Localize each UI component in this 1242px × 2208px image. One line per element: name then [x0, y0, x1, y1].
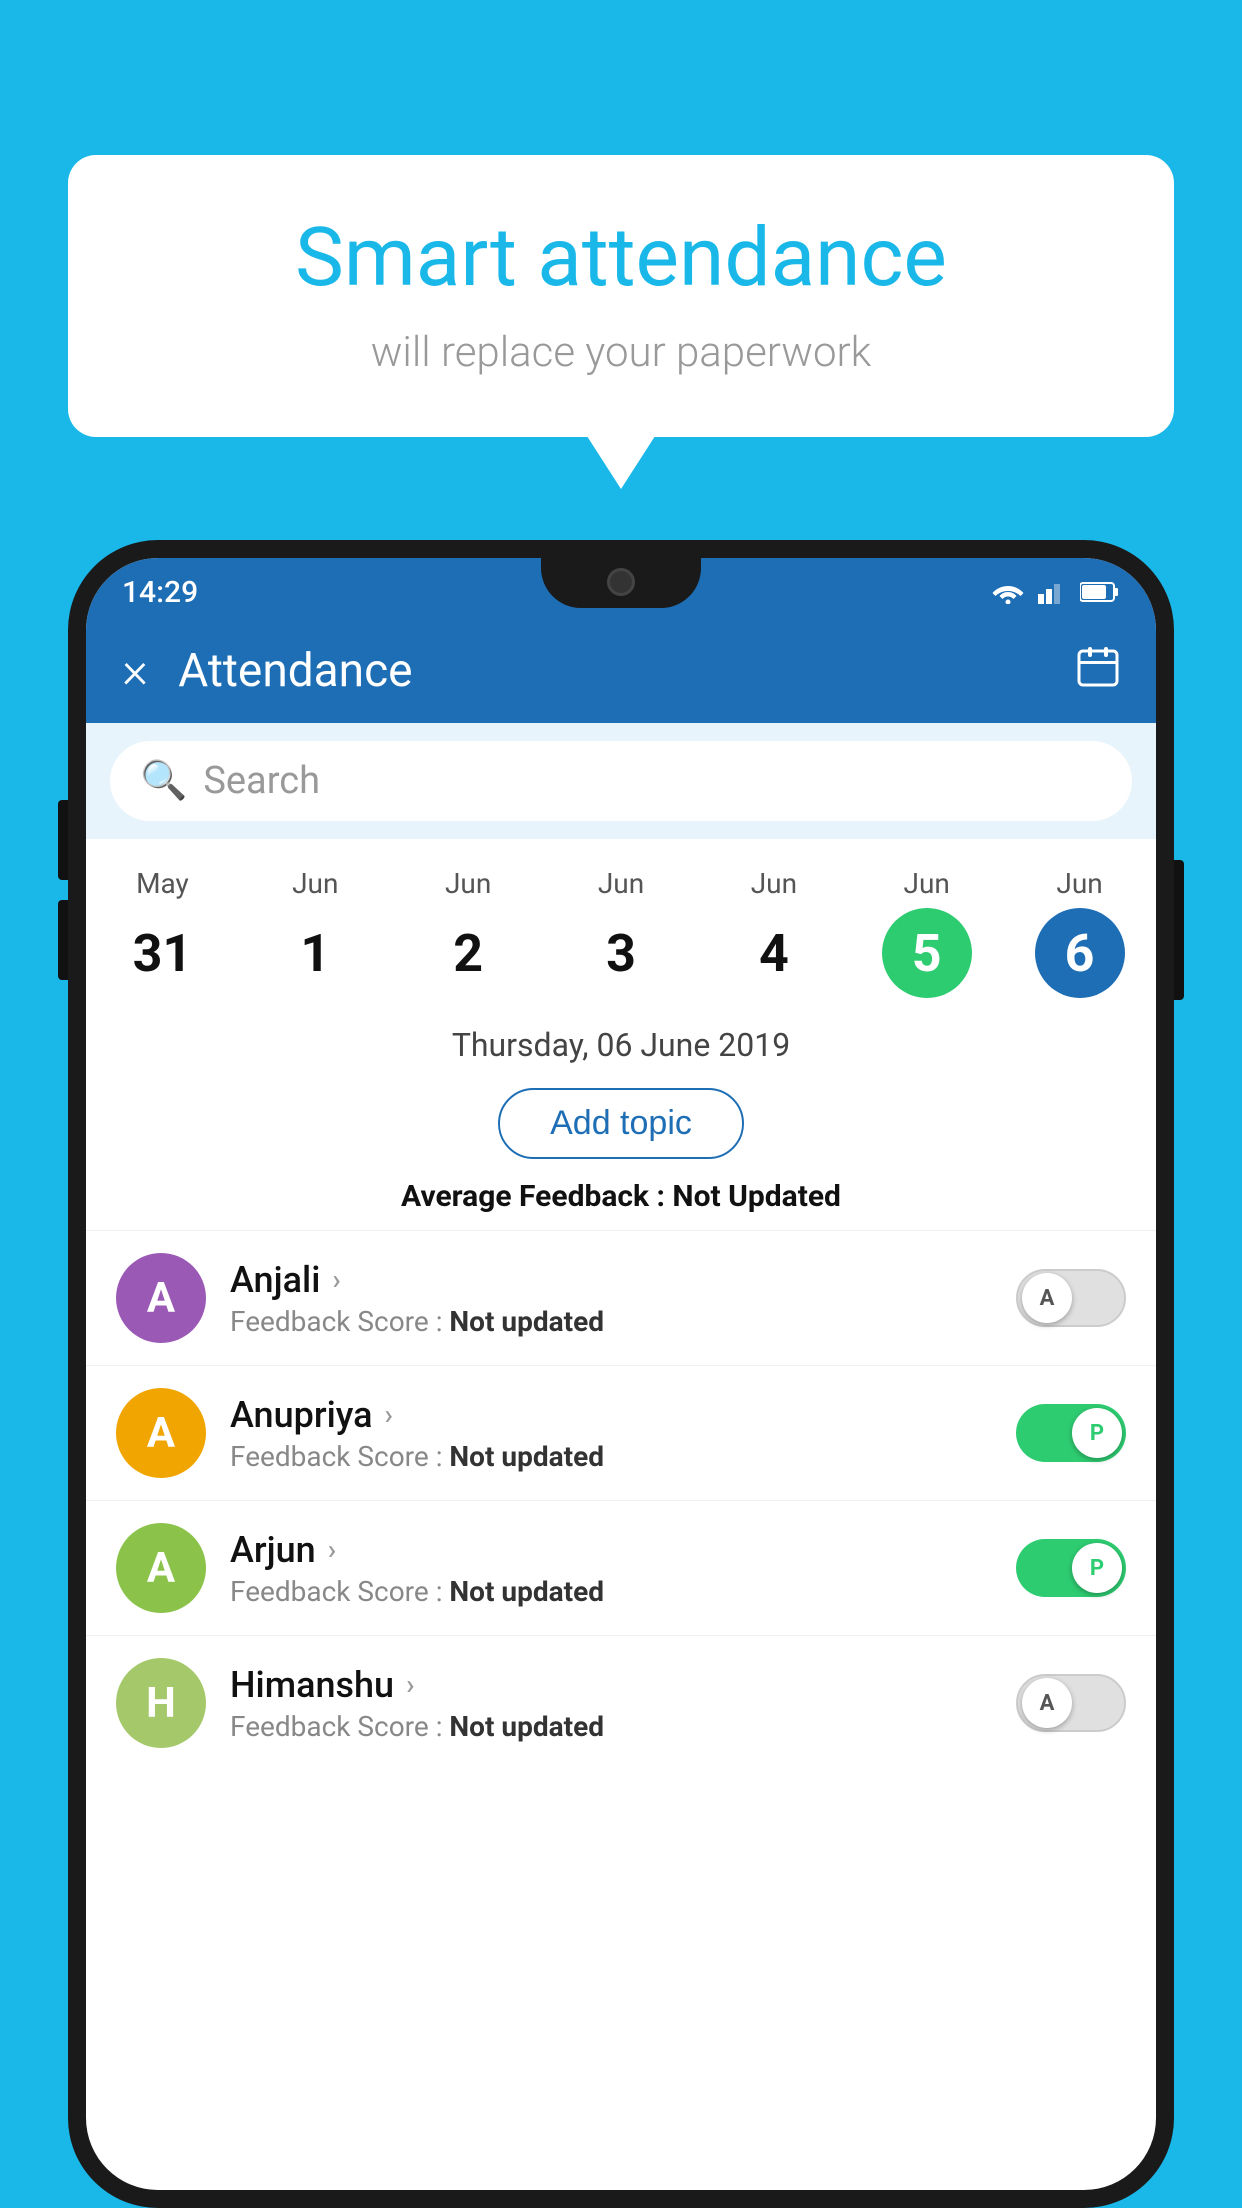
attendance-toggle-container: P [1016, 1404, 1126, 1462]
feedback-value: Not updated [449, 1575, 604, 1608]
phone-screen: 14:29 [86, 558, 1156, 2190]
student-name[interactable]: Arjun › [230, 1529, 1016, 1571]
calendar-months: May 31 Jun 1 Jun 2 Jun 3 Jun 4 Jun 5 Jun 6 [86, 857, 1156, 1008]
calendar-section: May 31 Jun 1 Jun 2 Jun 3 Jun 4 Jun 5 Jun 6 Thursday, … [86, 839, 1156, 1770]
attendance-toggle[interactable]: A [1016, 1674, 1126, 1732]
calendar-day-col[interactable]: Jun 3 [545, 857, 698, 1008]
calendar-day-col[interactable]: Jun 4 [697, 857, 850, 1008]
calendar-day-col[interactable]: Jun 5 [850, 857, 1003, 1008]
status-icons [992, 580, 1120, 604]
student-info: Anjali › Feedback Score : Not updated [230, 1259, 1016, 1338]
status-time: 14:29 [122, 575, 198, 610]
phone-frame: 14:29 [68, 540, 1174, 2208]
app-bar-title: Attendance [178, 644, 1076, 698]
chevron-icon: › [406, 1668, 414, 1701]
search-bar[interactable]: 🔍 Search [110, 741, 1132, 821]
attendance-toggle-container: A [1016, 1269, 1126, 1327]
student-item: A Anupriya › Feedback Score : Not updated P [86, 1365, 1156, 1500]
student-avatar: A [116, 1523, 206, 1613]
student-avatar: A [116, 1253, 206, 1343]
chevron-icon: › [332, 1263, 340, 1296]
chevron-icon: › [328, 1533, 336, 1566]
close-button[interactable]: × [122, 642, 148, 700]
cal-day-number: 2 [423, 908, 513, 998]
calendar-svg [1076, 644, 1120, 688]
power-button [1174, 860, 1184, 1000]
attendance-toggle[interactable]: A [1016, 1269, 1126, 1327]
toggle-knob: P [1072, 1408, 1122, 1458]
student-avatar: A [116, 1388, 206, 1478]
calendar-day-col[interactable]: Jun 2 [392, 857, 545, 1008]
cal-day-number: 31 [117, 908, 207, 998]
volume-up-button [58, 800, 68, 880]
selected-date: Thursday, 06 June 2019 [86, 1008, 1156, 1074]
avg-feedback-value: Not Updated [672, 1179, 841, 1214]
student-name[interactable]: Himanshu › [230, 1664, 1016, 1706]
add-topic-button[interactable]: Add topic [498, 1088, 744, 1159]
attendance-toggle-container: A [1016, 1674, 1126, 1732]
toggle-knob: A [1022, 1678, 1072, 1728]
student-info: Anupriya › Feedback Score : Not updated [230, 1394, 1016, 1473]
speech-bubble-container: Smart attendance will replace your paper… [68, 155, 1174, 437]
cal-day-number: 4 [729, 908, 819, 998]
cal-month-label: Jun [751, 867, 797, 900]
feedback-value: Not updated [449, 1710, 604, 1743]
cal-month-label: Jun [598, 867, 644, 900]
student-feedback: Feedback Score : Not updated [230, 1710, 1016, 1743]
cal-month-label: Jun [292, 867, 338, 900]
calendar-icon[interactable] [1076, 644, 1120, 698]
search-icon: 🔍 [140, 759, 187, 803]
search-placeholder: Search [203, 759, 320, 803]
phone-notch [541, 558, 701, 608]
cal-day-number: 5 [882, 908, 972, 998]
bubble-title: Smart attendance [128, 210, 1114, 306]
cal-day-number: 1 [270, 908, 360, 998]
student-info: Arjun › Feedback Score : Not updated [230, 1529, 1016, 1608]
student-name[interactable]: Anupriya › [230, 1394, 1016, 1436]
student-info: Himanshu › Feedback Score : Not updated [230, 1664, 1016, 1743]
attendance-toggle[interactable]: P [1016, 1404, 1126, 1462]
front-camera [607, 568, 635, 596]
cal-month-label: Jun [1056, 867, 1102, 900]
attendance-toggle[interactable]: P [1016, 1539, 1126, 1597]
student-item: A Arjun › Feedback Score : Not updated P [86, 1500, 1156, 1635]
avg-feedback-label: Average Feedback : [401, 1179, 672, 1214]
cal-day-number: 6 [1035, 908, 1125, 998]
feedback-value: Not updated [449, 1440, 604, 1473]
volume-down-button [58, 900, 68, 980]
battery-icon [1080, 581, 1120, 603]
student-feedback: Feedback Score : Not updated [230, 1440, 1016, 1473]
bubble-subtitle: will replace your paperwork [128, 328, 1114, 377]
student-feedback: Feedback Score : Not updated [230, 1305, 1016, 1338]
cal-month-label: May [136, 867, 189, 900]
student-feedback: Feedback Score : Not updated [230, 1575, 1016, 1608]
student-item: H Himanshu › Feedback Score : Not updatedA [86, 1635, 1156, 1770]
cal-month-label: Jun [904, 867, 950, 900]
signal-icon [1038, 580, 1066, 604]
avg-feedback: Average Feedback : Not Updated [86, 1173, 1156, 1230]
student-avatar: H [116, 1658, 206, 1748]
student-name[interactable]: Anjali › [230, 1259, 1016, 1301]
cal-day-number: 3 [576, 908, 666, 998]
wifi-icon [992, 580, 1024, 604]
chevron-icon: › [385, 1398, 393, 1431]
attendance-toggle-container: P [1016, 1539, 1126, 1597]
student-item: AAnjali ›Feedback Score : Not updatedA [86, 1230, 1156, 1365]
toggle-knob: A [1022, 1273, 1072, 1323]
speech-bubble: Smart attendance will replace your paper… [68, 155, 1174, 437]
toggle-knob: P [1072, 1543, 1122, 1593]
app-bar: × Attendance [86, 618, 1156, 723]
cal-month-label: Jun [445, 867, 491, 900]
feedback-value: Not updated [449, 1305, 604, 1338]
calendar-day-col[interactable]: May 31 [86, 857, 239, 1008]
student-list: AAnjali ›Feedback Score : Not updatedAAA… [86, 1230, 1156, 1770]
calendar-day-col[interactable]: Jun 1 [239, 857, 392, 1008]
calendar-day-col[interactable]: Jun 6 [1003, 857, 1156, 1008]
search-bar-container: 🔍 Search [86, 723, 1156, 839]
phone-outer: 14:29 [68, 540, 1174, 2208]
